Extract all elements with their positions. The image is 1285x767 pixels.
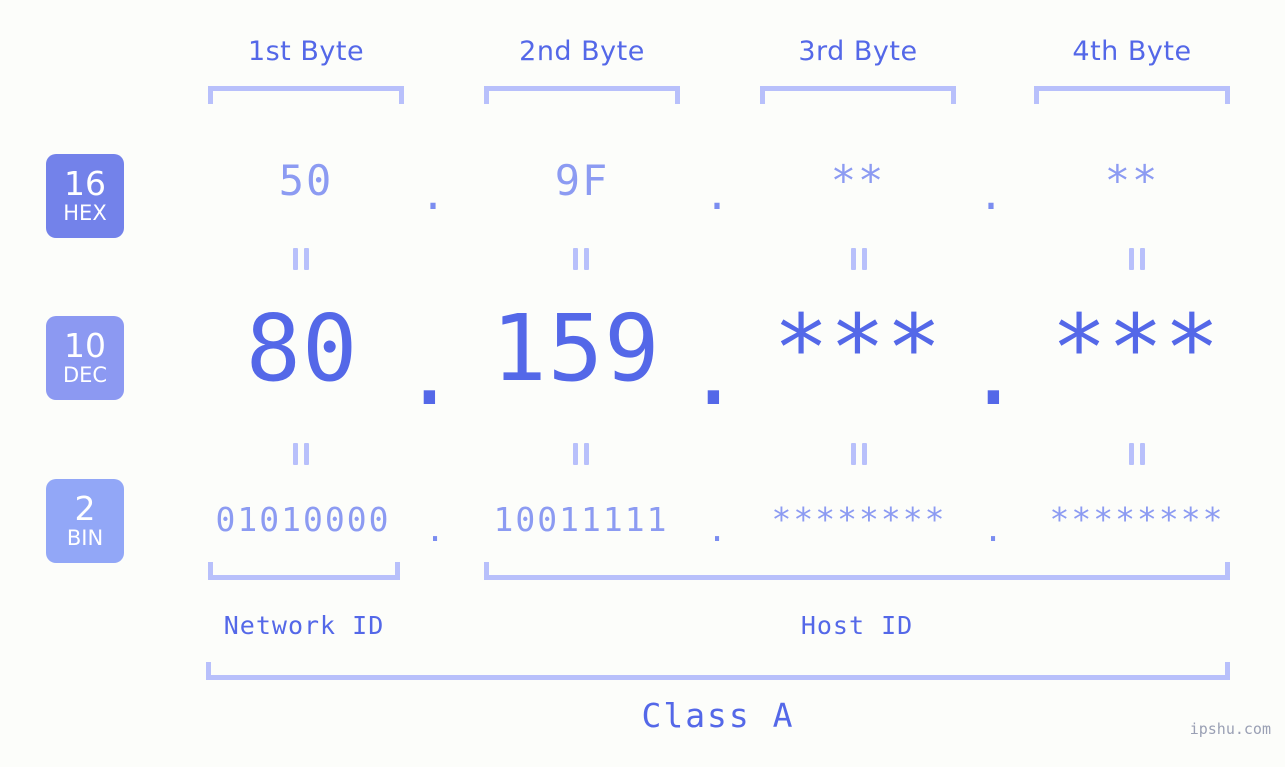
bin-separator-3: . xyxy=(983,510,1005,549)
equals-marker-hex-dec-3 xyxy=(846,248,872,270)
equals-marker-dec-bin-3 xyxy=(846,443,872,465)
byte-header-1: 1st Byte xyxy=(247,36,365,67)
class-bracket xyxy=(206,662,1230,680)
bin-byte-2: 10011111 xyxy=(493,500,669,539)
dec-separator-3: . xyxy=(965,319,1023,426)
bin-byte-4: ******** xyxy=(1049,500,1225,539)
site-watermark: ipshu.com xyxy=(1189,720,1271,738)
equals-marker-dec-bin-4 xyxy=(1124,443,1150,465)
equals-marker-dec-bin-2 xyxy=(568,443,594,465)
byte-header-2: 2nd Byte xyxy=(519,36,645,67)
hex-separator-3: . xyxy=(978,170,1006,219)
equals-marker-hex-dec-2 xyxy=(568,248,594,270)
row-dec: 80 . 159 . *** . *** xyxy=(0,295,1285,426)
equals-marker-dec-bin-1 xyxy=(288,443,314,465)
hex-separator-1: . xyxy=(420,170,448,219)
dec-separator-1: . xyxy=(401,319,459,426)
hex-byte-1: 50 xyxy=(278,156,334,205)
bin-separator-1: . xyxy=(425,510,447,549)
dec-byte-4: *** xyxy=(1051,295,1221,402)
network-id-bracket xyxy=(208,562,400,580)
row-bin: 01010000 . 10011111 . ******** . *******… xyxy=(0,497,1285,549)
dec-separator-2: . xyxy=(685,319,743,426)
byte-header-3: 3rd Byte xyxy=(798,36,918,67)
row-hex: 50 . 9F . ** . ** xyxy=(0,152,1285,219)
hex-byte-2: 9F xyxy=(554,156,610,205)
hex-byte-3: ** xyxy=(830,156,886,205)
bin-separator-2: . xyxy=(707,510,729,549)
host-id-bracket xyxy=(484,562,1230,580)
host-id-label: Host ID xyxy=(800,611,914,640)
byte-bracket-2 xyxy=(484,86,680,104)
byte-bracket-4 xyxy=(1034,86,1230,104)
dec-byte-1: 80 xyxy=(245,295,359,402)
dec-byte-3: *** xyxy=(773,295,943,402)
byte-bracket-3 xyxy=(760,86,956,104)
bin-byte-1: 01010000 xyxy=(215,500,391,539)
equals-marker-hex-dec-4 xyxy=(1124,248,1150,270)
byte-bracket-1 xyxy=(208,86,404,104)
bin-byte-3: ******** xyxy=(771,500,947,539)
class-label: Class A xyxy=(641,696,795,735)
byte-header-4: 4th Byte xyxy=(1072,36,1192,67)
dec-byte-2: 159 xyxy=(491,295,661,402)
hex-byte-4: ** xyxy=(1104,156,1160,205)
network-id-label: Network ID xyxy=(223,611,385,640)
equals-marker-hex-dec-1 xyxy=(288,248,314,270)
ip-breakdown-diagram: 1st Byte 2nd Byte 3rd Byte 4th Byte 16 H… xyxy=(0,0,1285,767)
hex-separator-2: . xyxy=(704,170,732,219)
